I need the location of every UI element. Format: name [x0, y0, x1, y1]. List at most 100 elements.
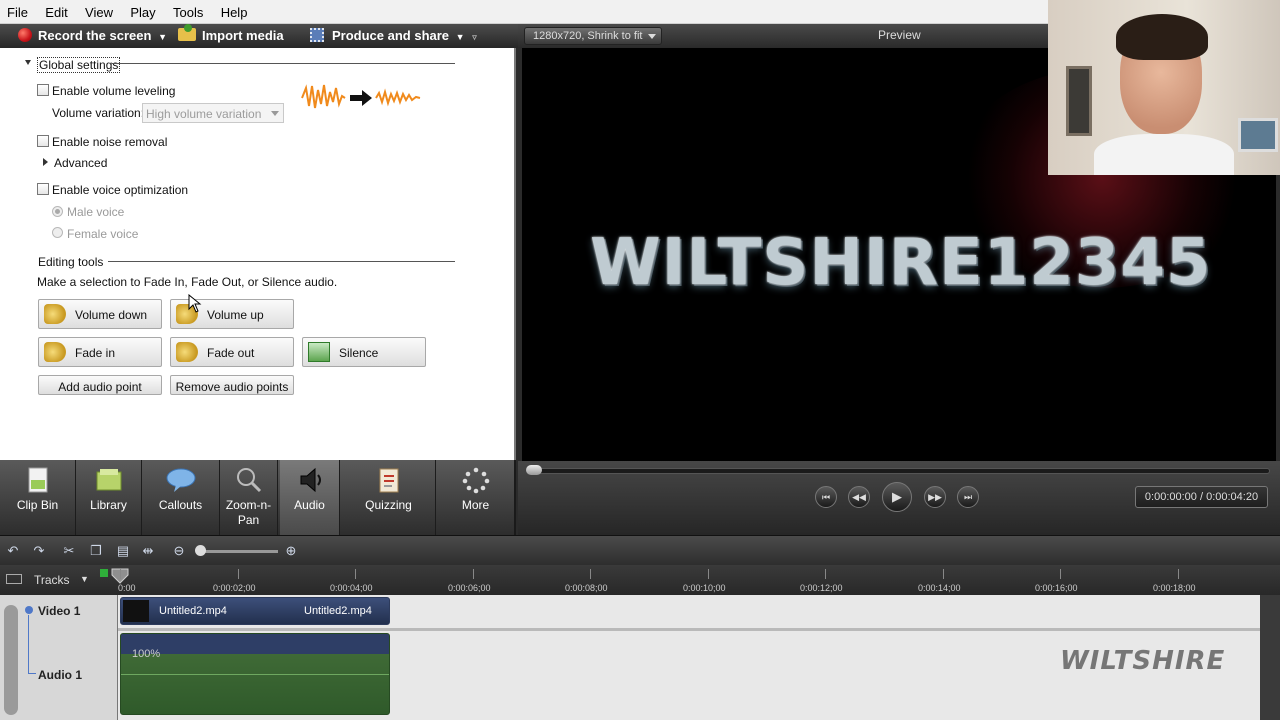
- import-folder-icon: [178, 24, 196, 41]
- play-icon: ▶: [892, 489, 902, 504]
- tab-audio[interactable]: Audio: [280, 460, 340, 535]
- redo-icon[interactable]: ↷: [32, 544, 46, 558]
- tab-more[interactable]: More: [437, 460, 514, 535]
- scrubber-handle[interactable]: [526, 465, 542, 475]
- tracks-header: Tracks ▼: [0, 565, 138, 595]
- zoom-slider-handle[interactable]: [195, 545, 206, 556]
- male-voice-radio[interactable]: [52, 206, 63, 217]
- video-track-label[interactable]: Video 1: [38, 604, 80, 618]
- female-voice-radio[interactable]: [52, 227, 63, 238]
- global-settings-heading[interactable]: Global settings: [37, 57, 121, 73]
- menu-edit[interactable]: Edit: [38, 0, 74, 24]
- video-title-text: WILTSHIRE12345: [590, 226, 1212, 300]
- undo-icon[interactable]: ↶: [6, 544, 20, 558]
- ruler-tick: 0:00:14;00: [918, 583, 961, 593]
- advanced-toggle[interactable]: Advanced: [54, 156, 107, 170]
- male-voice-label: Male voice: [67, 205, 125, 219]
- tab-quizzing[interactable]: Quizzing: [342, 460, 436, 535]
- fast-forward-icon: ▶▶: [928, 492, 942, 502]
- volume-leveling-label: Enable volume leveling: [52, 84, 176, 98]
- play-button[interactable]: ▶: [882, 482, 912, 512]
- callouts-icon: [166, 468, 195, 492]
- menu-help[interactable]: Help: [214, 0, 255, 24]
- fade-in-button[interactable]: Fade in: [38, 337, 162, 367]
- add-audio-point-button[interactable]: Add audio point: [38, 375, 162, 395]
- fade-out-icon: [176, 342, 198, 362]
- volume-leveling-checkbox[interactable]: [37, 84, 49, 96]
- fast-forward-button[interactable]: ▶▶: [924, 486, 946, 508]
- audio-clip[interactable]: 100%: [120, 633, 390, 715]
- paste-icon[interactable]: ▤: [116, 544, 130, 558]
- rewind-button[interactable]: ◀◀: [848, 486, 870, 508]
- produce-share-button[interactable]: Produce and share ▼ ▿: [310, 28, 477, 43]
- skip-start-button[interactable]: ⏮: [815, 486, 837, 508]
- library-icon: [96, 469, 121, 491]
- zoom-out-icon[interactable]: ⊖: [172, 544, 186, 558]
- ruler-tick: 0:00:02;00: [213, 583, 256, 593]
- presenter-shirt: [1094, 134, 1234, 175]
- preview-size-dropdown[interactable]: 1280x720, Shrink to fit: [524, 27, 662, 45]
- fade-in-icon: [44, 342, 66, 362]
- start-marker-icon[interactable]: [100, 569, 108, 577]
- volume-variation-dropdown[interactable]: High volume variation: [142, 103, 284, 123]
- ruler-tick: 0:00:08;00: [565, 583, 608, 593]
- menu-tools[interactable]: Tools: [166, 0, 210, 24]
- copy-icon[interactable]: ❐: [89, 544, 103, 558]
- timeline-ruler[interactable]: 0:00 0:00:02;00 0:00:04;00 0:00:06;00 0:…: [111, 565, 1280, 595]
- timeline-scrollbar[interactable]: [1260, 595, 1280, 720]
- divider: [108, 261, 455, 262]
- tab-library[interactable]: Library: [76, 460, 142, 535]
- clip-name: Untitled2.mp4: [159, 605, 227, 617]
- menu-file[interactable]: File: [0, 0, 35, 24]
- webcam-overlay: [1048, 0, 1280, 175]
- playback-scrubber[interactable]: [528, 468, 1270, 474]
- quizzing-clipboard-icon: [379, 468, 398, 493]
- audio-level-label: 100%: [132, 648, 161, 660]
- divider: [112, 63, 455, 64]
- skip-end-button[interactable]: ⏭: [957, 486, 979, 508]
- tracks-label[interactable]: Tracks: [34, 573, 70, 587]
- video-clip[interactable]: Untitled2.mp4 Untitled2.mp4: [120, 597, 390, 625]
- tab-zoom-n-pan[interactable]: Zoom-n- Pan: [220, 460, 278, 535]
- track-headers: Video 1 Audio 1: [0, 595, 118, 720]
- zoom-slider[interactable]: [198, 550, 278, 553]
- time-display: 0:00:00:00 / 0:00:04:20: [1135, 486, 1268, 508]
- volume-variation-label: Volume variation:: [52, 106, 145, 120]
- noise-removal-checkbox[interactable]: [37, 135, 49, 147]
- tab-clip-bin[interactable]: Clip Bin: [0, 460, 76, 535]
- zoom-in-icon[interactable]: ⊕: [284, 544, 298, 558]
- editing-tools-heading: Editing tools: [38, 255, 104, 269]
- import-media-button[interactable]: Import media: [178, 24, 284, 43]
- fade-out-button[interactable]: Fade out: [170, 337, 294, 367]
- ruler-tick: 0:00: [118, 583, 136, 593]
- record-screen-button[interactable]: Record the screen ▼: [18, 28, 167, 43]
- remove-audio-points-button[interactable]: Remove audio points: [170, 375, 294, 395]
- tracks-list-icon[interactable]: [6, 574, 22, 584]
- chevron-down-icon: [648, 34, 656, 39]
- volume-down-button[interactable]: Volume down: [38, 299, 162, 329]
- collapse-icon[interactable]: [25, 60, 31, 65]
- overflow-icon: ▿: [472, 32, 477, 42]
- preview-title: Preview: [878, 28, 921, 42]
- silence-button[interactable]: Silence: [302, 337, 426, 367]
- chevron-down-icon[interactable]: ▼: [80, 574, 89, 584]
- skip-start-icon: ⏮: [821, 492, 831, 502]
- split-icon[interactable]: ⇹: [141, 544, 155, 558]
- track-height-slider[interactable]: [4, 605, 18, 715]
- noise-removal-label: Enable noise removal: [52, 135, 168, 149]
- menu-play[interactable]: Play: [123, 0, 162, 24]
- ruler-tick: 0:00:18;00: [1153, 583, 1196, 593]
- ruler-tick: 0:00:16;00: [1035, 583, 1078, 593]
- main-toolbar: Record the screen ▼ Import media Produce…: [0, 24, 518, 48]
- video-track-dot-icon: [25, 606, 33, 614]
- expand-icon[interactable]: [43, 158, 48, 166]
- tab-callouts[interactable]: Callouts: [142, 460, 220, 535]
- playback-bar: ⏮ ◀◀ ▶ ▶▶ ⏭ 0:00:00:00 / 0:00:04:20: [518, 461, 1280, 535]
- task-tabs: Clip Bin Library Callouts Zoom-n- Pan Aud…: [0, 460, 516, 535]
- clip-thumbnail: [123, 600, 149, 622]
- audio-track-label[interactable]: Audio 1: [38, 668, 82, 682]
- cut-icon[interactable]: ✂: [62, 544, 76, 558]
- menu-view[interactable]: View: [78, 0, 120, 24]
- volume-leveling-waveform-icon: [301, 84, 421, 109]
- voice-optimization-checkbox[interactable]: [37, 183, 49, 195]
